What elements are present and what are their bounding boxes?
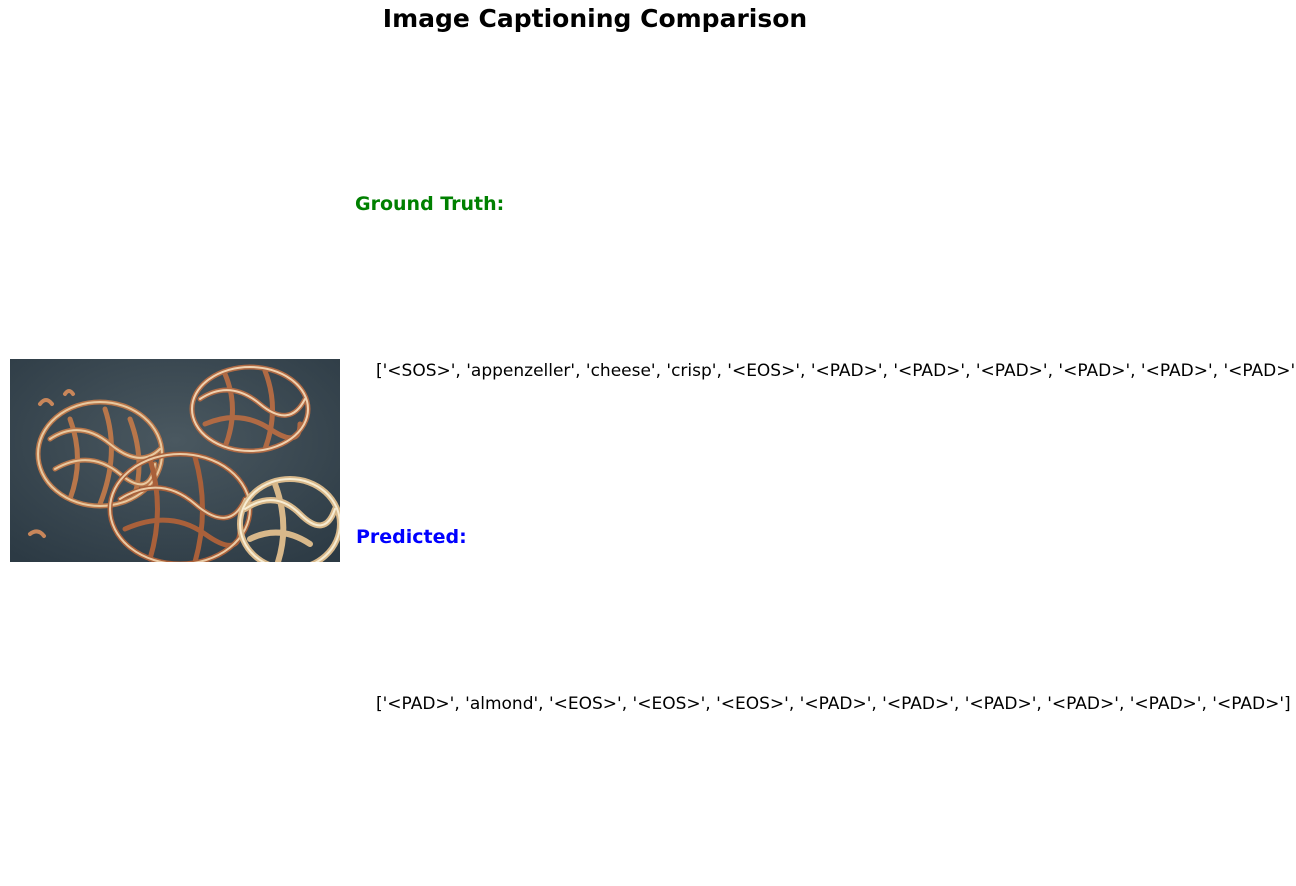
predicted-label: Predicted: bbox=[356, 526, 467, 548]
fried-dough-rings-icon bbox=[10, 359, 340, 562]
ground-truth-tokens: ['<SOS>', 'appenzeller', 'cheese', 'cris… bbox=[376, 361, 1296, 381]
figure-title: Image Captioning Comparison bbox=[382, 4, 808, 33]
sample-photo bbox=[10, 359, 340, 562]
predicted-tokens: ['<PAD>', 'almond', '<EOS>', '<EOS>', '<… bbox=[376, 694, 1291, 714]
ground-truth-label: Ground Truth: bbox=[355, 193, 505, 215]
